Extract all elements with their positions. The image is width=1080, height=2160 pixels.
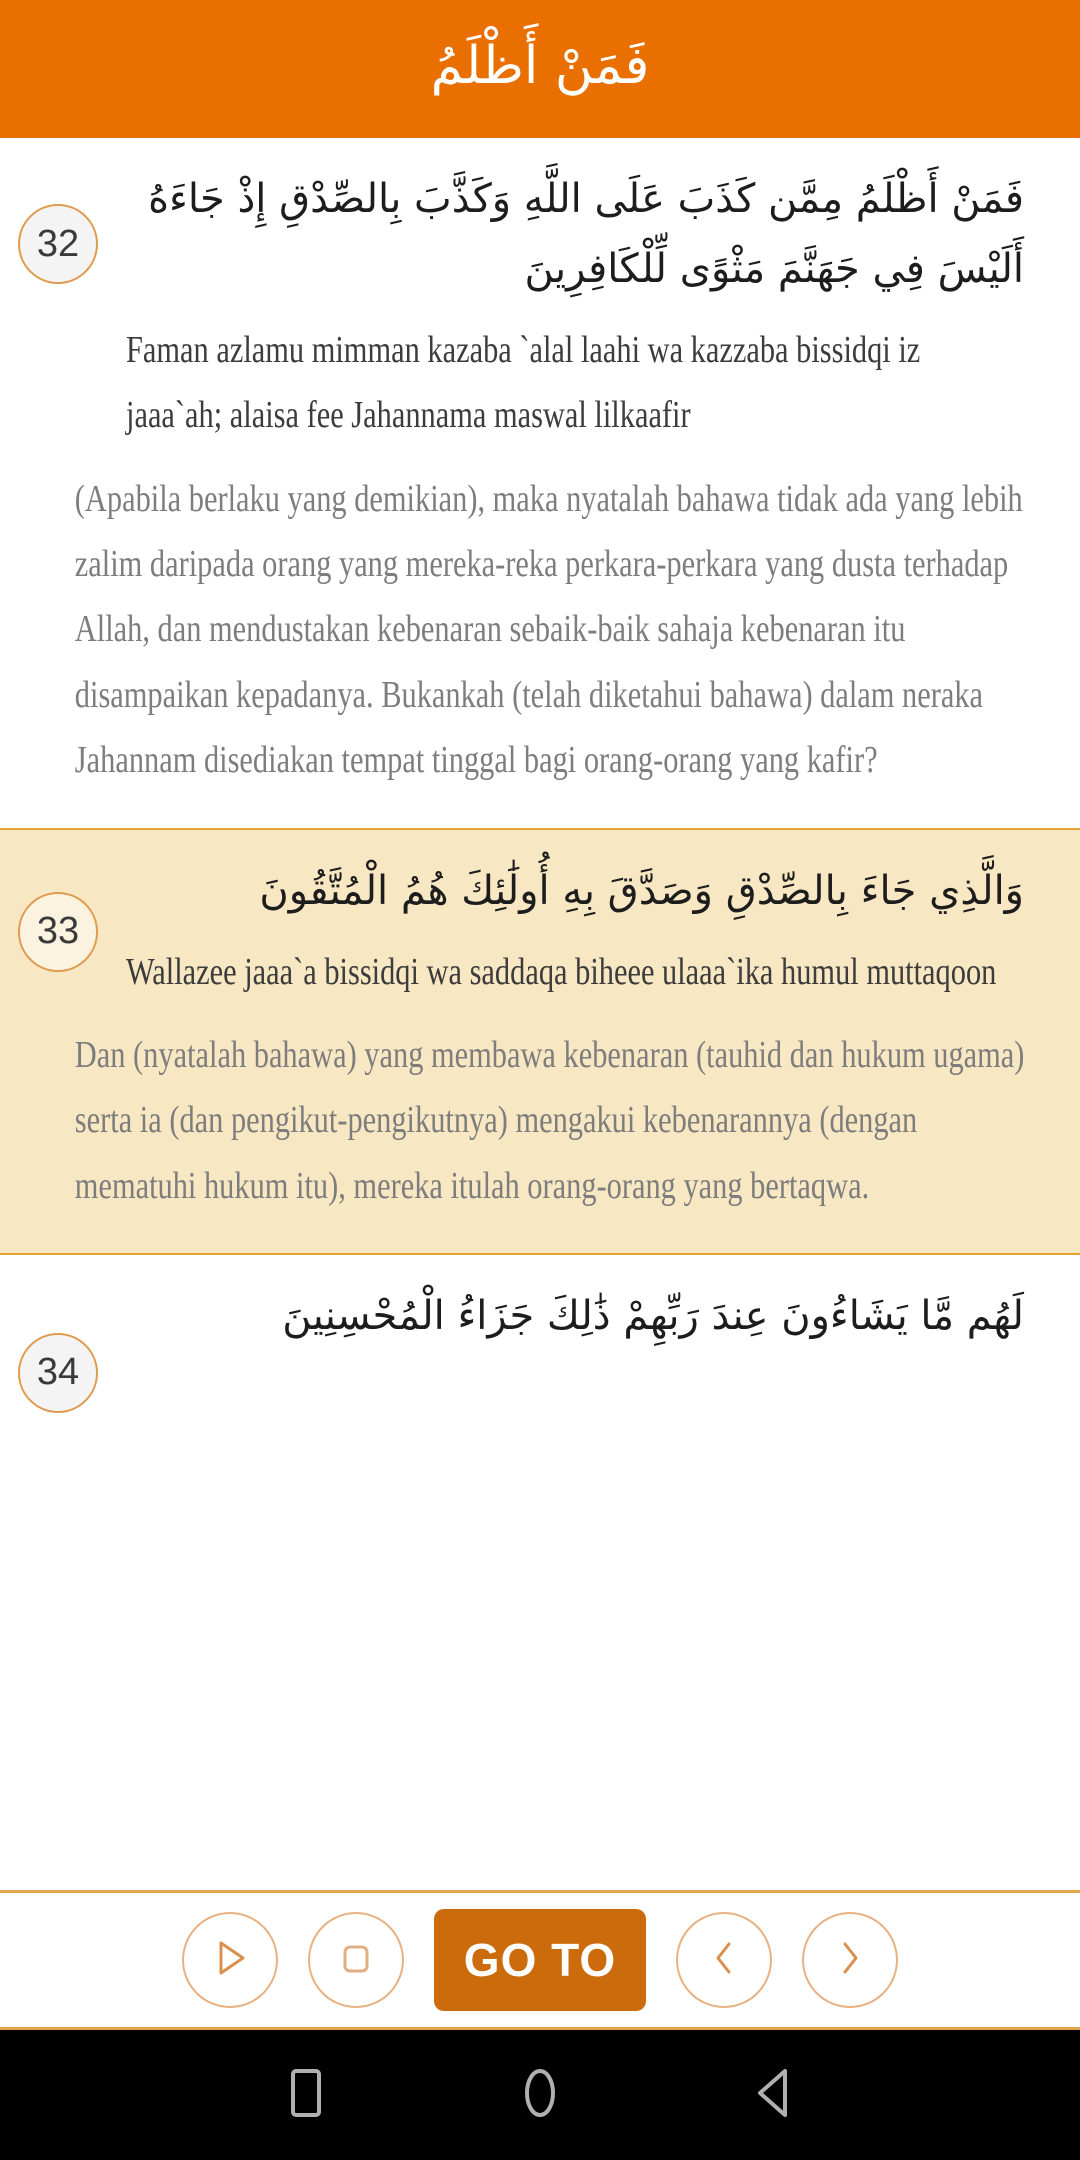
verse-arabic-text: فَمَنْ أَظْلَمُ مِمَّن كَذَبَ عَلَى اللَ… — [148, 176, 1024, 292]
stop-button[interactable] — [308, 1912, 404, 2008]
verse-transliteration-text: Wallazee jaaa`a bissidqi wa saddaqa bihe… — [126, 950, 997, 993]
verse-block-33[interactable]: 33 وَالَّذِي جَاءَ بِالصِّدْقِ وَصَدَّقَ… — [0, 827, 1080, 1255]
back-triangle-icon — [751, 2065, 797, 2126]
android-navigation-bar — [0, 2030, 1080, 2160]
play-button[interactable] — [182, 1912, 278, 2008]
verse-block-34[interactable]: 34 لَهُم مَّا يَشَاءُونَ عِندَ رَبِّهِمْ… — [0, 1254, 1080, 1413]
chevron-right-icon — [828, 1936, 872, 1985]
playback-toolbar: GO TO — [0, 1890, 1080, 2030]
verse-arabic-text: لَهُم مَّا يَشَاءُونَ عِندَ رَبِّهِمْ ذَ… — [282, 1292, 1024, 1339]
verse-number-badge[interactable]: 34 — [18, 1332, 98, 1413]
page-title: فَمَنْ أَظْلَمُ — [430, 36, 650, 96]
recents-square-icon — [283, 2065, 329, 2126]
verse-translation-text: Dan (nyatalah bahawa) yang membawa keben… — [74, 1033, 1025, 1207]
verse-block-32[interactable]: 32 فَمَنْ أَظْلَمُ مِمَّن كَذَبَ عَلَى ا… — [0, 138, 1080, 828]
verse-transliteration-text: Faman azlamu mimman kazaba `alal laahi w… — [126, 329, 921, 437]
back-button[interactable] — [743, 2064, 805, 2126]
home-button[interactable] — [509, 2064, 571, 2126]
next-button[interactable] — [802, 1912, 898, 2008]
previous-button[interactable] — [676, 1912, 772, 2008]
goto-button[interactable]: GO TO — [434, 1909, 646, 2011]
verse-arabic-text: وَالَّذِي جَاءَ بِالصِّدْقِ وَصَدَّقَ بِ… — [259, 867, 1024, 914]
verse-number-badge[interactable]: 32 — [18, 204, 98, 284]
verse-number-badge[interactable]: 33 — [18, 891, 98, 972]
chevron-left-icon — [702, 1936, 746, 1985]
recents-button[interactable] — [275, 2064, 337, 2126]
verse-scroll-area[interactable]: 32 فَمَنْ أَظْلَمُ مِمَّن كَذَبَ عَلَى ا… — [0, 138, 1080, 2030]
verse-translation-text: (Apabila berlaku yang demikian), maka ny… — [74, 477, 1023, 782]
quran-reader-app: فَمَنْ أَظْلَمُ 32 فَمَنْ أَظْلَمُ مِمَّ… — [0, 0, 1080, 2160]
stop-icon — [334, 1936, 378, 1985]
app-header: فَمَنْ أَظْلَمُ — [0, 0, 1080, 138]
play-icon — [208, 1936, 252, 1985]
home-circle-icon — [517, 2065, 563, 2126]
